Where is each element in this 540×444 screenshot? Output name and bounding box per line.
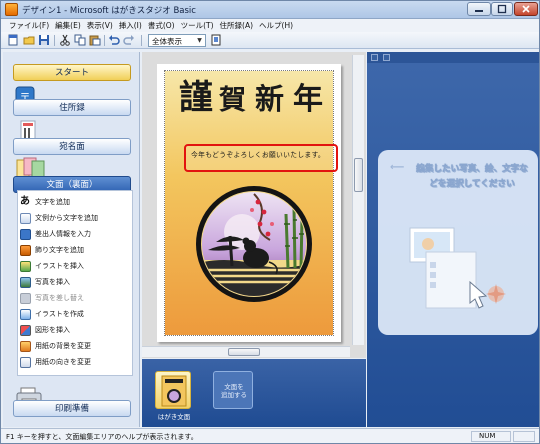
menu-format[interactable]: 書式(O) (145, 19, 178, 32)
headline-char-3[interactable]: 新 (255, 76, 284, 118)
status-pane-extra (513, 431, 535, 442)
message-text: 今年もどうぞよろしくお願いいたします。 (191, 151, 326, 159)
print-prep-button[interactable]: 印刷準備 (13, 400, 131, 417)
headline-char-2[interactable]: 賀 (219, 78, 246, 117)
horizontal-scroll-thumb[interactable] (228, 348, 260, 356)
close-button[interactable] (514, 2, 538, 16)
menu-help[interactable]: ヘルプ(H) (256, 19, 296, 32)
headline-char-1[interactable]: 謹 (179, 70, 213, 119)
undo-icon[interactable] (108, 34, 120, 46)
window-title: デザイン1 - Microsoft はがきスタジオ Basic (22, 6, 196, 16)
app-window: デザイン1 - Microsoft はがきスタジオ Basic ファイル(F) … (0, 0, 540, 444)
task-change-orientation[interactable]: 用紙の向きを変更 (20, 355, 132, 369)
orientation-icon (20, 356, 31, 368)
illustration-icon (20, 260, 31, 272)
photo-replace-icon (20, 292, 31, 304)
postcard-front-label: はがき文面 (157, 413, 191, 421)
menu-address[interactable]: 住所録(A) (217, 19, 256, 32)
task-insert-shape[interactable]: 図形を挿入 (20, 323, 132, 337)
editing-canvas[interactable]: 謹 賀 新 年 今年もどうぞよろしくお願いいたします。 (142, 52, 366, 358)
properties-panel: ⟵ 編集したい写真、絵、文字などを選択してください (367, 52, 539, 427)
page-thumbnail-strip: はがき文面 文面を 追加する (142, 359, 366, 427)
sender-icon (20, 228, 31, 240)
headline-char-4[interactable]: 年 (293, 74, 323, 118)
template-text-icon (20, 212, 31, 224)
status-bar: F1 キーを押すと、文面編集エリアのヘルプが表示されます。 NUM (1, 428, 539, 443)
paste-icon[interactable] (89, 34, 101, 46)
cut-icon[interactable] (59, 34, 71, 46)
mini-card-icon (161, 375, 187, 407)
new-icon[interactable] (7, 34, 19, 46)
redo-icon[interactable] (123, 34, 135, 46)
menu-tools[interactable]: ツール(T) (178, 19, 217, 32)
add-front-button[interactable]: 文面を 追加する (213, 371, 253, 409)
horizontal-scrollbar[interactable] (142, 346, 350, 357)
vertical-scrollbar[interactable] (352, 55, 364, 345)
task-replace-photo: 写真を差し替え (20, 291, 132, 305)
panel-toolbar (367, 52, 539, 63)
task-create-illustration[interactable]: イラストを作成 (20, 307, 132, 321)
postcard-front-thumbnail[interactable] (155, 371, 191, 409)
zoom-page-icon[interactable] (210, 34, 222, 46)
status-help-text: F1 キーを押すと、文面編集エリアのヘルプが表示されます。 (6, 433, 198, 441)
recipient-side-button[interactable]: 宛名面 (13, 138, 131, 155)
task-template-text[interactable]: 文例から文字を追加 (20, 211, 132, 225)
minimize-icon (475, 10, 483, 12)
illustration-create-icon (20, 308, 31, 320)
chevron-down-icon: ▼ (197, 37, 202, 44)
address-book-button[interactable]: 住所録 (13, 99, 131, 116)
zoom-select[interactable]: 全体表示 ▼ (148, 34, 206, 47)
menu-bar: ファイル(F) 編集(E) 表示(V) 挿入(I) 書式(O) ツール(T) 住… (1, 19, 539, 32)
num-lock-indicator: NUM (479, 432, 496, 440)
new-year-illustration[interactable] (194, 184, 314, 304)
task-sender-info[interactable]: 差出人情報を入力 (20, 227, 132, 241)
maximize-button[interactable] (491, 2, 513, 16)
toolbar: 全体表示 ▼ (1, 32, 539, 49)
start-button[interactable]: スタート (13, 64, 131, 81)
panel-option-icon[interactable] (383, 54, 390, 61)
panel-pin-icon[interactable] (371, 54, 378, 61)
postcard-page: 謹 賀 新 年 今年もどうぞよろしくお願いいたします。 (157, 64, 341, 342)
background-icon (20, 340, 31, 352)
task-list: あ 文字を追加 文例から文字を追加 差出人情報を入力 飾り文字を追加 イラストを… (17, 190, 133, 376)
shape-icon (20, 324, 31, 336)
menu-view[interactable]: 表示(V) (84, 19, 116, 32)
task-insert-illustration[interactable]: イラストを挿入 (20, 259, 132, 273)
minimize-button[interactable] (467, 2, 491, 16)
task-change-background[interactable]: 用紙の背景を変更 (20, 339, 132, 353)
arrow-left-icon: ⟵ (390, 162, 405, 173)
menu-edit[interactable]: 編集(E) (52, 19, 84, 32)
close-icon (522, 5, 530, 13)
selection-hint: ⟵ 編集したい写真、絵、文字などを選択してください (378, 150, 538, 335)
task-add-text[interactable]: あ 文字を追加 (20, 195, 132, 209)
zoom-value: 全体表示 (152, 37, 182, 46)
maximize-icon (497, 4, 507, 14)
task-decorative-text[interactable]: 飾り文字を追加 (20, 243, 132, 257)
open-icon[interactable] (23, 34, 35, 46)
save-icon[interactable] (38, 34, 50, 46)
title-bar: デザイン1 - Microsoft はがきスタジオ Basic (1, 1, 539, 19)
task-sidebar: スタート 〒 住所録 宛名面 文面（裏面） あ 文字を追加 文例から文字を追加 (3, 52, 140, 427)
vertical-scroll-thumb[interactable] (354, 158, 363, 192)
menu-insert[interactable]: 挿入(I) (116, 19, 145, 32)
menu-file[interactable]: ファイル(F) (6, 19, 52, 32)
add-front-label: 文面を 追加する (221, 383, 247, 399)
app-icon (5, 3, 18, 16)
photo-icon (20, 276, 31, 288)
text-add-icon: あ (20, 195, 31, 208)
copy-icon[interactable] (74, 34, 86, 46)
hint-text: 編集したい写真、絵、文字などを選択してください (416, 164, 528, 189)
decorative-text-icon (20, 244, 31, 256)
task-insert-photo[interactable]: 写真を挿入 (20, 275, 132, 289)
selected-message-text[interactable]: 今年もどうぞよろしくお願いいたします。 (184, 144, 338, 172)
select-illustration-icon (409, 227, 506, 309)
